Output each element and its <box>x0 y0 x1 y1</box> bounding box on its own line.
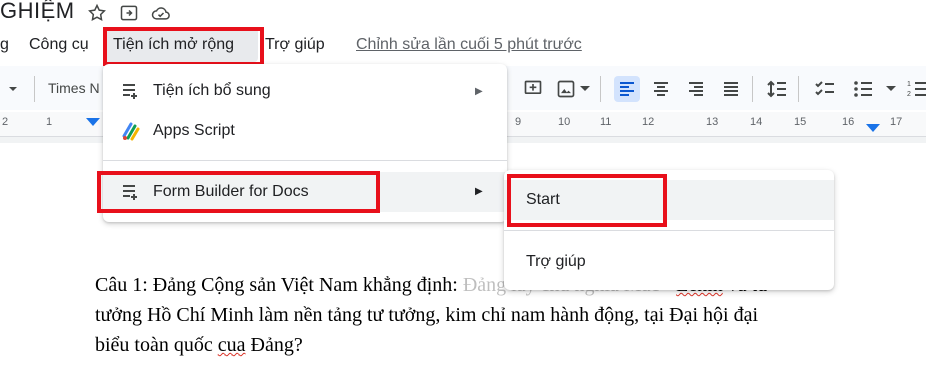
toolbar-divider <box>34 76 35 102</box>
menu-item-apps-script[interactable]: Apps Script <box>103 112 507 150</box>
bulleted-list-icon[interactable] <box>852 78 874 100</box>
submenu-arrow-icon: ▶ <box>475 86 483 97</box>
chevron-down-icon[interactable] <box>580 86 590 91</box>
doc-text: Câu 1: Đảng Cộng sản Việt Nam khẳng định… <box>95 274 458 296</box>
ruler-number: 9 <box>515 116 522 128</box>
svg-text:2: 2 <box>907 91 911 98</box>
move-to-folder-icon[interactable] <box>118 2 140 24</box>
ruler-number: 16 <box>842 116 855 128</box>
doc-text: Đảng? <box>250 334 303 356</box>
justify-icon[interactable] <box>720 78 742 100</box>
star-icon[interactable] <box>86 2 108 24</box>
menubar-item-help[interactable]: Trợ giúp <box>265 36 325 54</box>
menu-item-label: Tiện ích bổ sung <box>153 82 271 99</box>
align-left-icon[interactable] <box>614 76 640 102</box>
add-comment-icon[interactable] <box>522 78 544 100</box>
ruler-number: 10 <box>558 116 571 128</box>
addons-icon <box>121 81 141 101</box>
ruler-number: 13 <box>706 116 719 128</box>
menu-item-addons[interactable]: Tiện ích bổ sung <box>103 72 507 110</box>
submenu-arrow-icon: ▶ <box>475 186 483 197</box>
menu-divider <box>103 160 507 161</box>
document-title[interactable]: GHIỆM <box>0 0 75 24</box>
ruler-number: 2 <box>2 116 9 128</box>
ruler-number: 14 <box>750 116 763 128</box>
ruler-number: 1 <box>46 116 53 128</box>
line-spacing-icon[interactable] <box>766 78 788 100</box>
dropdown-icon[interactable] <box>2 78 24 100</box>
doc-text: biểu toàn quốc <box>95 334 213 356</box>
left-indent-marker[interactable] <box>86 118 100 126</box>
doc-text-misspelled: cua <box>217 334 246 356</box>
cloud-saved-icon[interactable] <box>150 2 172 24</box>
highlight-box-start <box>507 174 667 227</box>
highlight-box-form-builder <box>97 171 380 213</box>
svg-text:1: 1 <box>907 81 911 88</box>
last-edit-link[interactable]: Chỉnh sửa lần cuối 5 phút trước <box>356 36 582 54</box>
insert-image-icon[interactable] <box>555 78 577 100</box>
document-line-2[interactable]: tưởng Hồ Chí Minh làm nền tảng tư tưởng,… <box>95 304 758 327</box>
ruler-number: 12 <box>642 116 655 128</box>
menubar-item-tools[interactable]: Công cụ <box>29 36 89 54</box>
checklist-icon[interactable] <box>814 78 836 100</box>
ruler-number: 15 <box>794 116 807 128</box>
highlight-box-extensions <box>103 27 264 66</box>
menu-divider <box>504 230 834 231</box>
numbered-list-icon[interactable]: 12 <box>906 78 926 100</box>
align-right-icon[interactable] <box>685 78 707 100</box>
submenu-item-label: Trợ giúp <box>526 253 586 270</box>
apps-script-icon <box>121 121 141 141</box>
align-center-icon[interactable] <box>650 78 672 100</box>
submenu-item-help[interactable]: Trợ giúp <box>504 242 834 282</box>
right-indent-marker[interactable] <box>866 124 880 132</box>
toolbar-divider <box>600 76 601 102</box>
ruler-number: 11 <box>600 116 612 128</box>
ruler-number: 17 <box>890 116 903 128</box>
chevron-down-icon[interactable] <box>886 86 896 91</box>
font-select[interactable]: Times N <box>48 80 100 96</box>
toolbar-divider <box>798 76 799 102</box>
menu-item-label: Apps Script <box>153 122 235 139</box>
toolbar-divider <box>752 76 753 102</box>
document-line-3[interactable]: biểu toàn quốc cua Đảng? <box>95 334 303 357</box>
menubar-item-fragment[interactable]: g <box>0 36 9 54</box>
